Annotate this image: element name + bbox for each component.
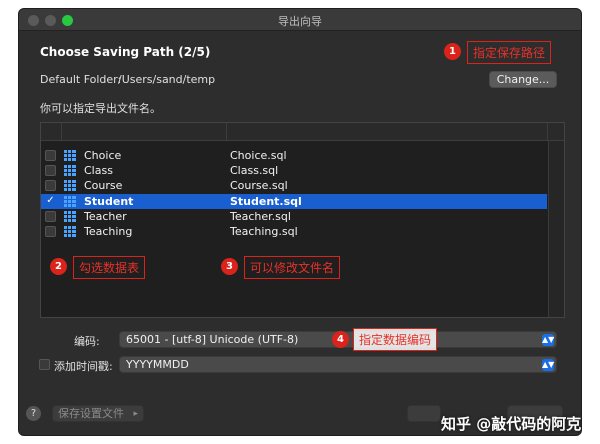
export-filename[interactable]: Course.sql: [230, 179, 288, 192]
table-scrollbar[interactable]: [548, 141, 564, 317]
row-checkbox[interactable]: [45, 211, 56, 222]
table-icon: [64, 211, 76, 222]
table-name: Student: [84, 195, 134, 208]
select-chevron-icon: ▲▼: [542, 359, 555, 371]
encoding-label: 编码:: [74, 335, 100, 348]
export-wizard-window: 导出向导 Choose Saving Path (2/5) 1 指定保存路径 D…: [18, 8, 582, 436]
annotation-1-label: 指定保存路径: [467, 41, 552, 64]
row-checkbox[interactable]: [45, 180, 56, 191]
row-checkbox[interactable]: [45, 226, 56, 237]
export-filename[interactable]: Student.sql: [230, 195, 302, 208]
default-folder-label: Default Folder:: [40, 73, 122, 86]
table-list: Choice Choice.sql Class Class.sql Course…: [40, 122, 565, 318]
row-checkbox[interactable]: [45, 150, 56, 161]
table-name: Course: [84, 179, 123, 192]
table-header: [41, 123, 564, 141]
encoding-value: 65001 - [utf-8] Unicode (UTF-8): [126, 333, 299, 346]
timestamp-label: 添加时间戳:: [54, 360, 113, 373]
table-icon: [64, 180, 76, 191]
table-row[interactable]: Teacher Teacher.sql: [41, 209, 547, 224]
table-row[interactable]: Course Course.sql: [41, 178, 547, 193]
table-name: Choice: [84, 149, 122, 162]
step-heading: Choose Saving Path (2/5): [40, 45, 211, 59]
default-folder-path: /Users/sand/temp: [118, 73, 216, 86]
back-button[interactable]: [407, 405, 441, 422]
export-filename[interactable]: Choice.sql: [230, 149, 287, 162]
help-button[interactable]: ?: [26, 406, 41, 421]
watermark: 知乎 @敲代码的阿克: [441, 415, 582, 433]
annotation-4-label: 指定数据编码: [353, 328, 438, 351]
table-icon: [64, 196, 76, 207]
annotation-1-badge: 1: [444, 43, 461, 60]
dropdown-arrow-icon: ▸: [133, 409, 138, 419]
annotation-3-label: 可以修改文件名: [244, 256, 341, 279]
export-filename[interactable]: Class.sql: [230, 164, 278, 177]
header-checkbox-column[interactable]: [41, 123, 62, 141]
export-filename[interactable]: Teacher.sql: [230, 210, 291, 223]
row-checkbox[interactable]: [45, 165, 56, 176]
table-row[interactable]: Choice Choice.sql: [41, 148, 547, 163]
timestamp-format-select[interactable]: YYYYMMDD ▲▼: [119, 356, 557, 373]
table-icon: [64, 165, 76, 176]
table-row[interactable]: Class Class.sql: [41, 163, 547, 178]
annotation-2-label: 勾选数据表: [73, 256, 146, 279]
change-folder-button[interactable]: Change...: [489, 71, 557, 88]
annotation-4-badge: 4: [332, 331, 349, 348]
table-row[interactable]: Teaching Teaching.sql: [41, 224, 547, 239]
table-icon: [64, 226, 76, 237]
table-row-selected[interactable]: ✓ Student Student.sql: [41, 194, 547, 209]
timestamp-format-value: YYYYMMDD: [126, 358, 189, 371]
filename-hint: 你可以指定导出文件名。: [40, 102, 161, 115]
table-name: Teaching: [84, 225, 133, 238]
save-settings-label: 保存设置文件: [58, 407, 124, 420]
header-table-column[interactable]: [62, 123, 227, 141]
header-filename-column[interactable]: [227, 123, 548, 141]
title-bar: 导出向导: [19, 9, 581, 31]
table-icon: [64, 150, 76, 161]
export-filename[interactable]: Teaching.sql: [230, 225, 298, 238]
window-title: 导出向导: [278, 15, 322, 28]
timestamp-checkbox[interactable]: [39, 359, 50, 370]
select-chevron-icon: ▲▼: [542, 334, 555, 346]
row-checkbox-checked[interactable]: ✓: [45, 196, 56, 207]
table-name: Class: [84, 164, 113, 177]
annotation-2-badge: 2: [50, 258, 67, 275]
annotation-3-badge: 3: [221, 258, 238, 275]
table-name: Teacher: [84, 210, 127, 223]
save-settings-button[interactable]: 保存设置文件 ▸: [52, 405, 144, 422]
